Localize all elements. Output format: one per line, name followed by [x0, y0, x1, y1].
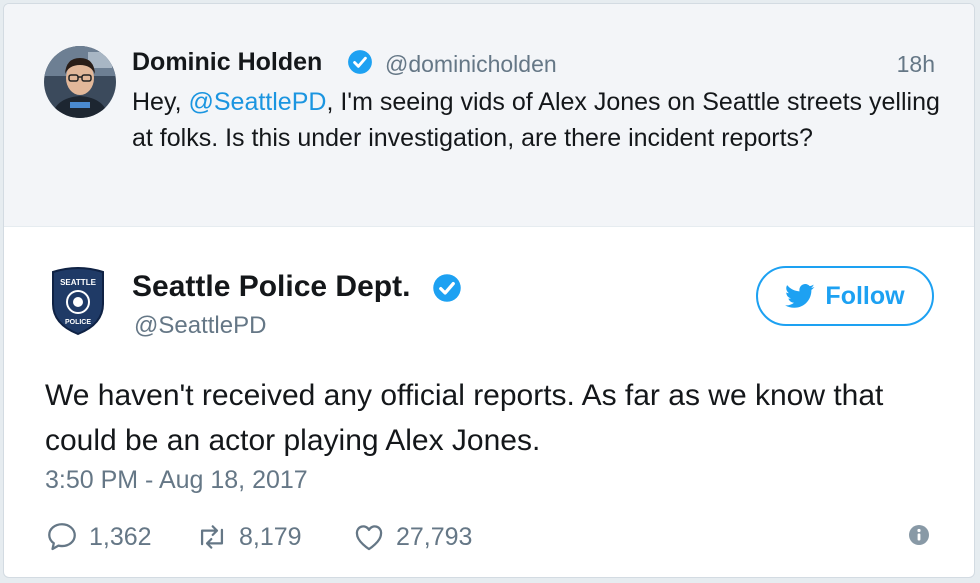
like-icon [355, 525, 383, 551]
retweet-icon [200, 525, 224, 549]
reply-count: 1,362 [89, 522, 152, 551]
reply-icon [48, 523, 76, 551]
badge-bottom-text: POLICE [65, 319, 91, 326]
twitter-bird-icon [785, 283, 815, 308]
follow-button-label: Follow [825, 281, 905, 310]
parent-author-name[interactable]: Dominic Holden [132, 48, 322, 77]
reply-action[interactable]: 1,362 [45, 517, 152, 557]
retweet-count: 8,179 [239, 522, 302, 551]
parent-tweet-text: Hey, @SeattlePD, I'm seeing vids of Alex… [132, 84, 942, 156]
parent-text-prefix: Hey, [132, 88, 189, 116]
parent-author-handle[interactable]: @dominicholden [385, 51, 557, 78]
follow-button[interactable]: Follow [756, 266, 934, 326]
tweet-timestamp[interactable]: 3:50 PM - Aug 18, 2017 [45, 466, 308, 495]
retweet-action[interactable]: 8,179 [195, 517, 302, 557]
author-handle[interactable]: @SeattlePD [134, 312, 266, 340]
parent-tweet-time[interactable]: 18h [897, 51, 935, 78]
info-icon[interactable] [908, 524, 930, 546]
dominic-holden-avatar[interactable] [44, 46, 116, 118]
like-action[interactable]: 27,793 [352, 517, 472, 557]
mention-link[interactable]: @SeattlePD [189, 88, 327, 116]
author-name[interactable]: Seattle Police Dept. [132, 270, 410, 304]
parent-tweet[interactable]: Dominic Holden @dominicholden 18h Hey, @… [4, 4, 974, 227]
badge-top-text: SEATTLE [60, 278, 97, 287]
verified-icon [432, 273, 462, 303]
seattle-police-avatar[interactable]: SEATTLE POLICE [48, 266, 108, 336]
verified-icon [347, 49, 373, 75]
embedded-tweet-card: Dominic Holden @dominicholden 18h Hey, @… [3, 3, 975, 578]
like-count: 27,793 [396, 522, 473, 551]
tweet-text: We haven't received any official reports… [45, 379, 884, 457]
